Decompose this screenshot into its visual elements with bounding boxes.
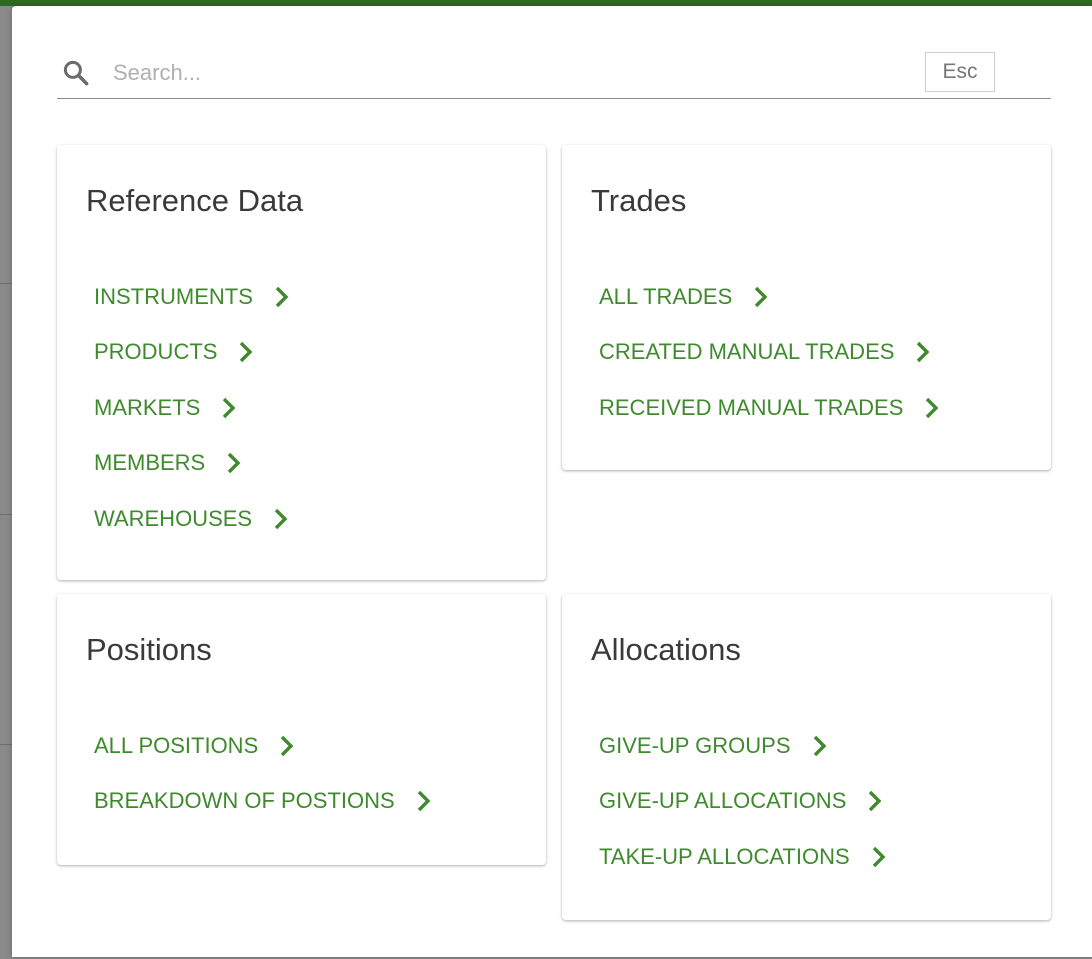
link-label: RECEIVED MANUAL TRADES bbox=[599, 394, 904, 420]
link-take-up-allocations[interactable]: TAKE-UP ALLOCATIONS bbox=[599, 829, 890, 885]
background-divider bbox=[0, 283, 12, 284]
card-title: Allocations bbox=[591, 632, 741, 667]
chevron-right-icon bbox=[917, 342, 930, 363]
link-label: GIVE-UP ALLOCATIONS bbox=[599, 788, 847, 814]
link-products[interactable]: PRODUCTS bbox=[94, 325, 293, 381]
link-markets[interactable]: MARKETS bbox=[94, 380, 293, 436]
chevron-right-icon bbox=[223, 397, 236, 418]
reference-data-card: Reference Data INSTRUMENTS PRODUCTS MARK… bbox=[57, 145, 546, 580]
background-divider bbox=[0, 514, 12, 515]
background-divider bbox=[0, 744, 12, 745]
search-bar: Esc bbox=[57, 48, 1051, 99]
positions-card: Positions ALL POSITIONS BREAKDOWN OF POS… bbox=[57, 594, 546, 865]
card-title: Reference Data bbox=[86, 183, 304, 218]
link-label: MARKETS bbox=[94, 394, 201, 420]
link-all-positions[interactable]: ALL POSITIONS bbox=[94, 718, 435, 774]
positions-links: ALL POSITIONS BREAKDOWN OF POSTIONS bbox=[94, 718, 435, 829]
link-label: INSTRUMENTS bbox=[94, 283, 253, 309]
chevron-right-icon bbox=[872, 846, 886, 867]
link-give-up-groups[interactable]: GIVE-UP GROUPS bbox=[599, 718, 890, 774]
esc-button[interactable]: Esc bbox=[925, 52, 995, 92]
chevron-right-icon bbox=[755, 286, 768, 307]
link-label: WAREHOUSES bbox=[94, 505, 253, 531]
trades-links: ALL TRADES CREATED MANUAL TRADES RECEIVE… bbox=[599, 269, 943, 436]
link-label: MEMBERS bbox=[94, 450, 206, 476]
link-instruments[interactable]: INSTRUMENTS bbox=[94, 269, 293, 325]
card-title: Positions bbox=[86, 632, 212, 667]
chevron-right-icon bbox=[813, 735, 826, 756]
trades-card: Trades ALL TRADES CREATED MANUAL TRADES … bbox=[562, 145, 1051, 470]
link-all-trades[interactable]: ALL TRADES bbox=[599, 269, 943, 325]
chevron-right-icon bbox=[275, 286, 289, 307]
chevron-right-icon bbox=[274, 508, 288, 529]
allocations-card: Allocations GIVE-UP GROUPS GIVE-UP ALLOC… bbox=[562, 594, 1051, 920]
chevron-right-icon bbox=[926, 397, 939, 418]
chevron-right-icon bbox=[240, 342, 253, 363]
search-input[interactable] bbox=[113, 58, 913, 88]
chevron-right-icon bbox=[869, 791, 882, 812]
chevron-right-icon bbox=[417, 791, 431, 812]
link-label: BREAKDOWN OF POSTIONS bbox=[94, 788, 395, 814]
link-members[interactable]: MEMBERS bbox=[94, 436, 293, 492]
link-label: CREATED MANUAL TRADES bbox=[599, 339, 895, 365]
link-warehouses[interactable]: WAREHOUSES bbox=[94, 491, 293, 547]
card-title: Trades bbox=[591, 183, 687, 218]
link-created-manual-trades[interactable]: CREATED MANUAL TRADES bbox=[599, 325, 943, 381]
link-label: ALL TRADES bbox=[599, 283, 733, 309]
search-icon bbox=[63, 60, 89, 86]
quick-navigation-dialog: Esc Reference Data INSTRUMENTS PRODUCTS … bbox=[12, 6, 1092, 957]
link-give-up-allocations[interactable]: GIVE-UP ALLOCATIONS bbox=[599, 774, 890, 830]
link-label: TAKE-UP ALLOCATIONS bbox=[599, 843, 850, 869]
link-breakdown-of-positions[interactable]: BREAKDOWN OF POSTIONS bbox=[94, 774, 435, 830]
link-label: GIVE-UP GROUPS bbox=[599, 732, 791, 758]
chevron-right-icon bbox=[281, 735, 294, 756]
chevron-right-icon bbox=[228, 453, 241, 474]
reference-data-links: INSTRUMENTS PRODUCTS MARKETS MEMBERS WAR… bbox=[94, 269, 293, 547]
link-label: ALL POSITIONS bbox=[94, 732, 259, 758]
link-label: PRODUCTS bbox=[94, 339, 218, 365]
link-received-manual-trades[interactable]: RECEIVED MANUAL TRADES bbox=[599, 380, 943, 436]
allocations-links: GIVE-UP GROUPS GIVE-UP ALLOCATIONS TAKE-… bbox=[599, 718, 890, 885]
